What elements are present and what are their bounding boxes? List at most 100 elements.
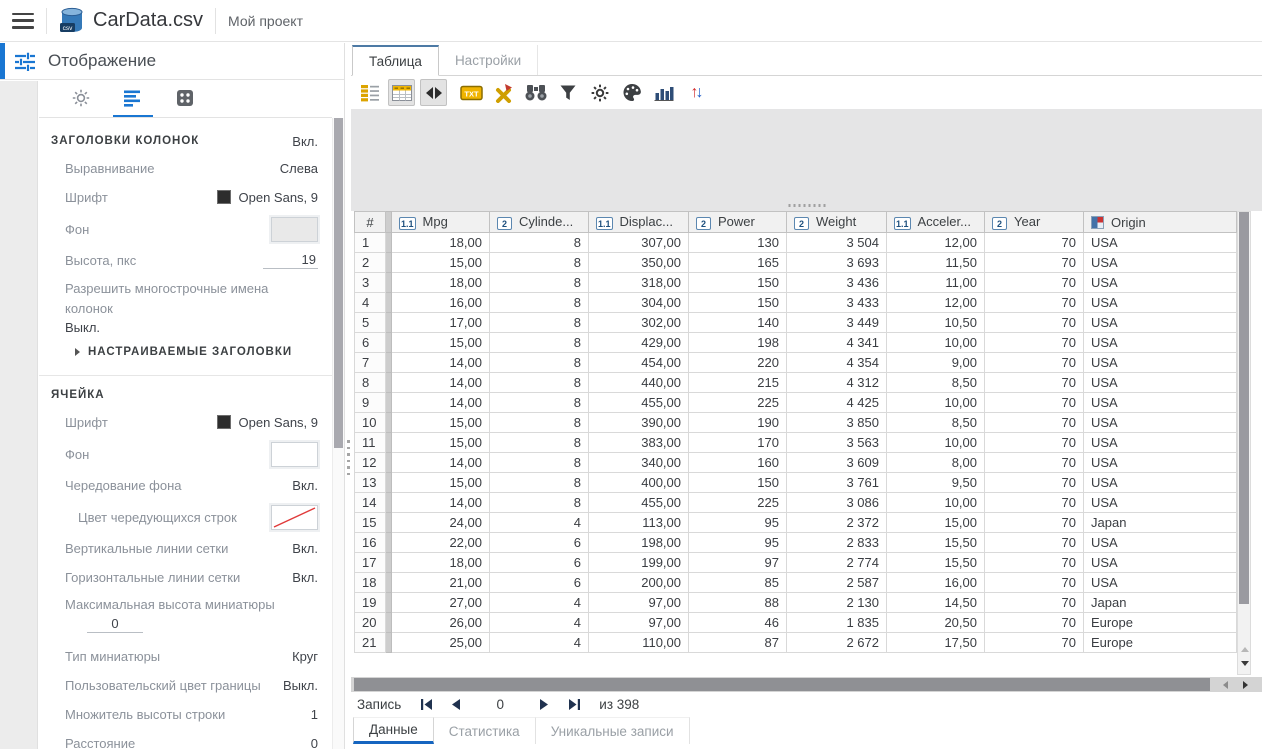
spacing-value[interactable]: 0 bbox=[311, 736, 318, 749]
column-header-power[interactable]: 2Power bbox=[689, 212, 787, 233]
alignment-value[interactable]: Слева bbox=[280, 161, 318, 176]
cell[interactable]: 8 bbox=[490, 373, 589, 393]
cell[interactable]: 95 bbox=[689, 513, 787, 533]
cell[interactable]: 8,50 bbox=[887, 413, 985, 433]
menu-icon[interactable] bbox=[12, 13, 34, 29]
cell[interactable]: 4 bbox=[490, 633, 589, 653]
row-number[interactable]: 19 bbox=[355, 593, 386, 613]
scroll-right-arrow[interactable] bbox=[1243, 681, 1248, 689]
column-header-cylinde[interactable]: 2Cylinde... bbox=[490, 212, 589, 233]
column-header-mpg[interactable]: 1.1Mpg bbox=[392, 212, 490, 233]
cell[interactable]: 200,00 bbox=[589, 573, 689, 593]
column-header-year[interactable]: 2Year bbox=[985, 212, 1084, 233]
cell[interactable]: 15,50 bbox=[887, 553, 985, 573]
row-number[interactable]: 21 bbox=[355, 633, 386, 653]
cell[interactable]: 14,00 bbox=[392, 453, 490, 473]
cell[interactable]: 150 bbox=[689, 473, 787, 493]
cell[interactable]: 15,00 bbox=[887, 513, 985, 533]
sort-button[interactable]: ↑↓ bbox=[682, 79, 709, 106]
cell[interactable]: 4 341 bbox=[787, 333, 887, 353]
cell[interactable]: 304,00 bbox=[589, 293, 689, 313]
column-header-origin[interactable]: Origin bbox=[1084, 212, 1237, 233]
cell[interactable]: 11,50 bbox=[887, 253, 985, 273]
cell[interactable]: 8 bbox=[490, 413, 589, 433]
column-headers-button[interactable] bbox=[388, 79, 415, 106]
cell[interactable]: 6 bbox=[490, 553, 589, 573]
cell[interactable]: 4 354 bbox=[787, 353, 887, 373]
cell[interactable]: 3 693 bbox=[787, 253, 887, 273]
cell[interactable]: 225 bbox=[689, 493, 787, 513]
export-txt-button[interactable]: TXT bbox=[458, 79, 485, 106]
cell[interactable]: 20,50 bbox=[887, 613, 985, 633]
header-font-value[interactable]: Open Sans, 9 bbox=[217, 190, 319, 205]
cell[interactable]: 454,00 bbox=[589, 353, 689, 373]
row-number[interactable]: 13 bbox=[355, 473, 386, 493]
cell[interactable]: 2 774 bbox=[787, 553, 887, 573]
cell[interactable]: 14,00 bbox=[392, 493, 490, 513]
cell[interactable]: 14,00 bbox=[392, 353, 490, 373]
cell[interactable]: 10,50 bbox=[887, 313, 985, 333]
cell[interactable]: 8 bbox=[490, 473, 589, 493]
cell[interactable]: 350,00 bbox=[589, 253, 689, 273]
next-record-button[interactable] bbox=[529, 695, 559, 715]
horizontal-scrollbar-thumb[interactable] bbox=[354, 678, 1210, 691]
cell[interactable]: 10,00 bbox=[887, 393, 985, 413]
row-number-header[interactable]: # bbox=[355, 212, 386, 233]
breadcrumb[interactable]: Мой проект bbox=[228, 13, 303, 29]
cell[interactable]: 8 bbox=[490, 233, 589, 253]
cell[interactable]: USA bbox=[1084, 273, 1237, 293]
cell[interactable]: USA bbox=[1084, 293, 1237, 313]
row-number[interactable]: 9 bbox=[355, 393, 386, 413]
cell[interactable]: 95 bbox=[689, 533, 787, 553]
row-number[interactable]: 12 bbox=[355, 453, 386, 473]
vertical-scrollbar[interactable] bbox=[1237, 211, 1251, 675]
cell[interactable]: 3 086 bbox=[787, 493, 887, 513]
cell[interactable]: 12,00 bbox=[887, 293, 985, 313]
cell[interactable]: 318,00 bbox=[589, 273, 689, 293]
cell[interactable]: 16,00 bbox=[887, 573, 985, 593]
cell[interactable]: 24,00 bbox=[392, 513, 490, 533]
cell[interactable]: USA bbox=[1084, 413, 1237, 433]
cell[interactable]: 27,00 bbox=[392, 593, 490, 613]
cell[interactable]: USA bbox=[1084, 573, 1237, 593]
cell[interactable]: 87 bbox=[689, 633, 787, 653]
cell[interactable]: 70 bbox=[985, 353, 1084, 373]
tab-unique-records[interactable]: Уникальные записи bbox=[536, 717, 690, 744]
cell[interactable]: 2 587 bbox=[787, 573, 887, 593]
cell[interactable]: 440,00 bbox=[589, 373, 689, 393]
row-number[interactable]: 15 bbox=[355, 513, 386, 533]
cell[interactable]: 10,00 bbox=[887, 493, 985, 513]
first-record-button[interactable] bbox=[411, 695, 441, 715]
cell[interactable]: USA bbox=[1084, 233, 1237, 253]
cell[interactable]: 150 bbox=[689, 273, 787, 293]
cell[interactable]: 3 433 bbox=[787, 293, 887, 313]
cell[interactable]: 70 bbox=[985, 393, 1084, 413]
cell[interactable]: 190 bbox=[689, 413, 787, 433]
horizontal-scrollbar[interactable] bbox=[351, 677, 1262, 692]
cell[interactable]: 46 bbox=[689, 613, 787, 633]
cell[interactable]: 383,00 bbox=[589, 433, 689, 453]
cell[interactable]: 4 bbox=[490, 513, 589, 533]
row-number[interactable]: 2 bbox=[355, 253, 386, 273]
cell[interactable]: 9,50 bbox=[887, 473, 985, 493]
cell[interactable]: 8 bbox=[490, 253, 589, 273]
cell[interactable]: 8 bbox=[490, 273, 589, 293]
header-height-input[interactable]: 19 bbox=[263, 252, 318, 269]
cell[interactable]: 8 bbox=[490, 353, 589, 373]
vertical-scrollbar-thumb[interactable] bbox=[1239, 212, 1249, 604]
cell[interactable]: 4 bbox=[490, 593, 589, 613]
cell[interactable]: 2 372 bbox=[787, 513, 887, 533]
cell[interactable]: 6 bbox=[490, 533, 589, 553]
sidebar-scrollbar-thumb[interactable] bbox=[334, 118, 343, 448]
alt-row-color-swatch[interactable] bbox=[271, 505, 318, 530]
cell[interactable]: 307,00 bbox=[589, 233, 689, 253]
row-number[interactable]: 20 bbox=[355, 613, 386, 633]
cell[interactable]: 70 bbox=[985, 593, 1084, 613]
cell[interactable]: 88 bbox=[689, 593, 787, 613]
row-number[interactable]: 18 bbox=[355, 573, 386, 593]
cell[interactable]: 4 425 bbox=[787, 393, 887, 413]
cell[interactable]: 14,50 bbox=[887, 593, 985, 613]
row-number[interactable]: 5 bbox=[355, 313, 386, 333]
cell[interactable]: USA bbox=[1084, 473, 1237, 493]
row-number[interactable]: 11 bbox=[355, 433, 386, 453]
